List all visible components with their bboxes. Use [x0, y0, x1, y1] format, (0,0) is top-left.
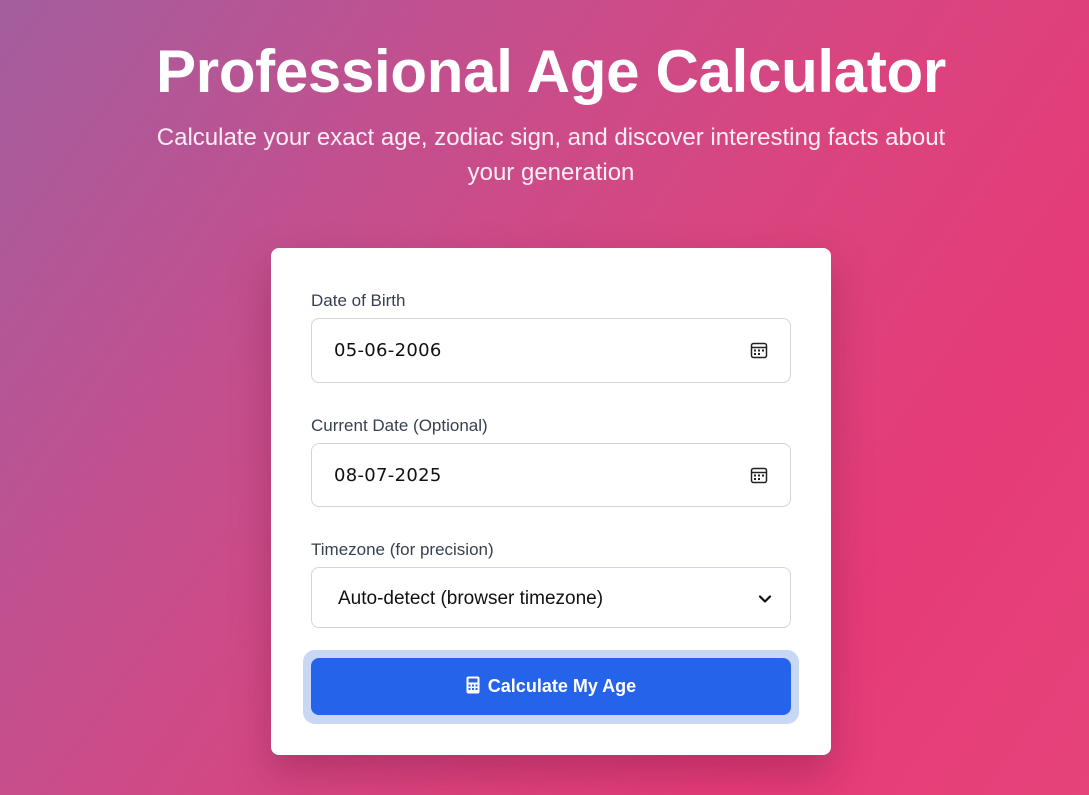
dob-input[interactable]: 05-06-2006 [311, 318, 791, 383]
chevron-down-icon[interactable] [758, 592, 772, 606]
timezone-selected: Auto-detect (browser timezone) [338, 588, 604, 609]
timezone-select[interactable]: Auto-detect (browser timezone) [311, 567, 791, 628]
page-title: Professional Age Calculator [156, 38, 946, 105]
calendar-icon[interactable] [750, 341, 768, 359]
current-date-value: 08-07-2025 [334, 465, 442, 486]
page-subtitle: Calculate your exact age, zodiac sign, a… [156, 124, 946, 186]
calculator-card: Date of Birth 05-06-2006 Current Date (O… [271, 248, 831, 755]
calendar-icon[interactable] [750, 466, 768, 484]
calculate-button[interactable]: Calculate My Age [311, 658, 791, 715]
dob-label: Date of Birth [311, 291, 406, 310]
current-date-input[interactable]: 08-07-2025 [311, 443, 791, 507]
current-date-label: Current Date (Optional) [311, 416, 488, 435]
calculator-icon [466, 676, 480, 694]
calculate-button-label: Calculate My Age [487, 676, 637, 696]
timezone-label: Timezone (for precision) [311, 540, 494, 559]
dob-value: 05-06-2006 [334, 340, 442, 361]
